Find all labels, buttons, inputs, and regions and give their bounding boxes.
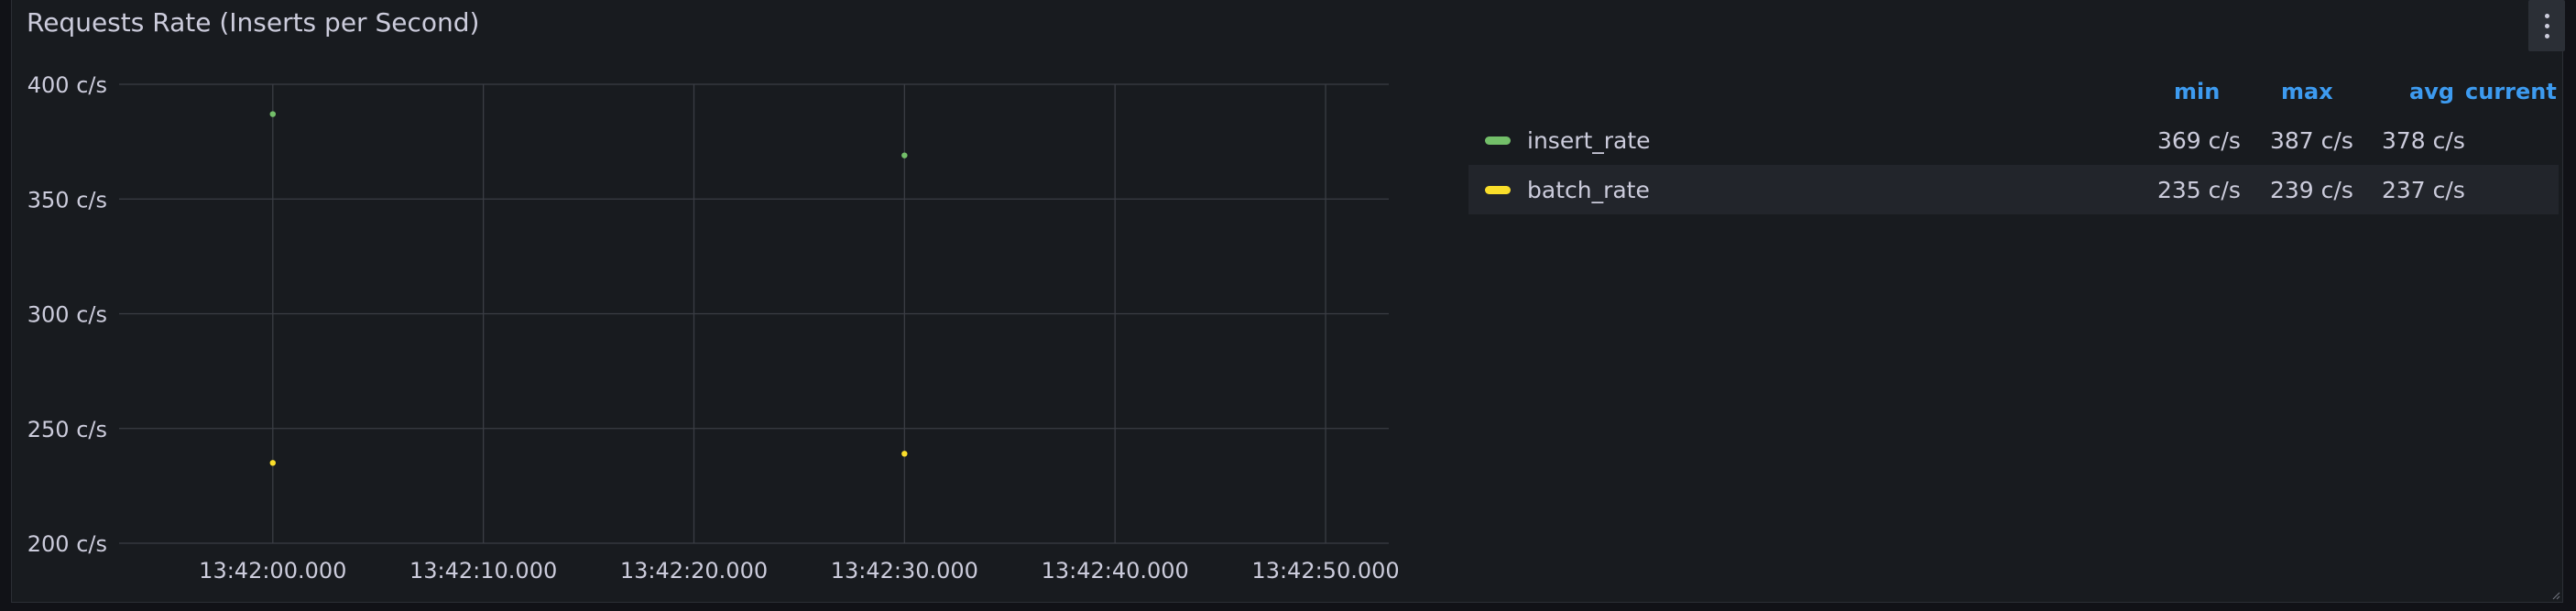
legend-row-batch-rate[interactable]: batch_rate 235 c/s 239 c/s 237 c/s <box>1468 165 2559 214</box>
data-point-insert-rate[interactable] <box>901 152 908 158</box>
legend-header-min[interactable]: min <box>2174 79 2220 104</box>
legend-table: min max avg current insert_rate 369 c/s … <box>1468 79 2559 214</box>
legend-row-insert-rate[interactable]: insert_rate 369 c/s 387 c/s 378 c/s <box>1468 115 2559 165</box>
series-color-swatch <box>1485 136 1511 145</box>
y-tick-label: 200 c/s <box>27 531 107 557</box>
data-point-batch-rate[interactable] <box>269 460 276 466</box>
stat-avg: 378 c/s <box>2382 126 2465 154</box>
y-tick-label: 250 c/s <box>27 417 107 442</box>
legend-header: min max avg current <box>1468 79 2559 115</box>
resize-handle-icon[interactable] <box>2551 591 2560 600</box>
stat-max: 239 c/s <box>2270 176 2353 203</box>
y-tick-label: 400 c/s <box>27 72 107 98</box>
x-tick-label: 13:42:40.000 <box>1042 558 1189 584</box>
menu-dot-icon <box>2544 33 2549 38</box>
x-axis: 13:42:00.000 13:42:10.000 13:42:20.000 13:4… <box>199 558 1399 584</box>
panel-menu-button[interactable] <box>2528 0 2565 51</box>
stat-max: 387 c/s <box>2270 126 2353 154</box>
menu-dot-icon <box>2544 23 2549 28</box>
y-tick-label: 300 c/s <box>27 302 107 328</box>
series-name[interactable]: batch_rate <box>1527 177 1650 203</box>
legend-header-current[interactable]: current <box>2465 79 2557 104</box>
x-tick-label: 13:42:30.000 <box>831 558 978 584</box>
data-point-batch-rate[interactable] <box>901 451 908 457</box>
time-series-chart: 400 c/s 350 c/s 300 c/s 250 c/s 200 c/s 13:4… <box>27 72 1400 584</box>
y-axis: 400 c/s 350 c/s 300 c/s 250 c/s 200 c/s <box>27 72 107 557</box>
menu-dot-icon <box>2544 13 2549 18</box>
panel: Requests Rate (Inserts per Second) 400 c… <box>11 0 2565 603</box>
series-name[interactable]: insert_rate <box>1527 127 1651 154</box>
series-color-swatch <box>1485 185 1511 194</box>
legend-header-max[interactable]: max <box>2281 79 2333 104</box>
x-tick-label: 13:42:50.000 <box>1251 558 1399 584</box>
stat-min: 235 c/s <box>2157 176 2241 203</box>
x-tick-label: 13:42:00.000 <box>199 558 346 584</box>
chart-grid <box>119 83 1389 544</box>
y-tick-label: 350 c/s <box>27 187 107 213</box>
stat-min: 369 c/s <box>2157 126 2241 154</box>
data-points <box>269 111 908 466</box>
stat-avg: 237 c/s <box>2382 176 2465 203</box>
x-tick-label: 13:42:10.000 <box>409 558 557 584</box>
legend-header-avg[interactable]: avg <box>2409 79 2454 104</box>
x-tick-label: 13:42:20.000 <box>620 558 768 584</box>
data-point-insert-rate[interactable] <box>269 111 276 117</box>
